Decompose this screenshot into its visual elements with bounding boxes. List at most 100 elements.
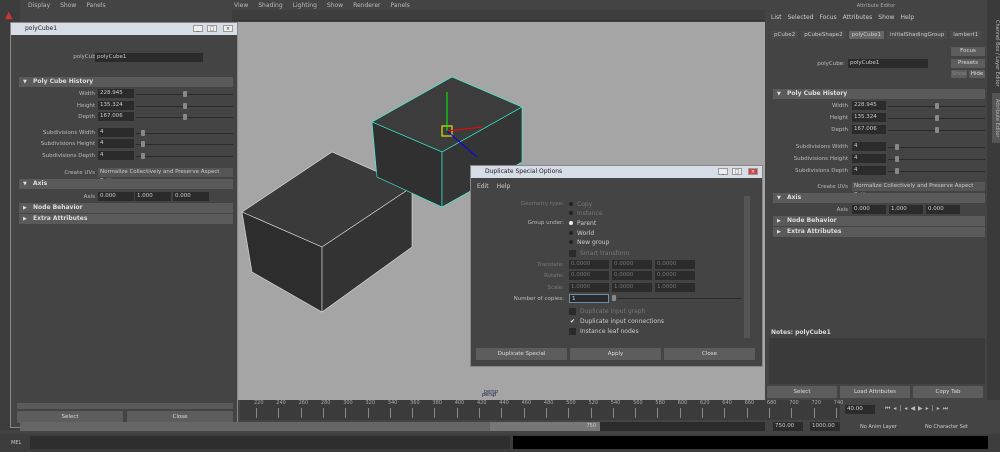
menu-lighting[interactable]: Lighting [293, 2, 317, 9]
menu-list[interactable]: List [771, 14, 782, 21]
section-axis[interactable]: ▼ Axis [19, 179, 233, 189]
section-extra-attributes[interactable]: ▶ Extra Attributes [773, 227, 985, 237]
section-extra-attributes[interactable]: ▶ Extra Attributes [19, 214, 233, 224]
height-field[interactable]: 135.324 [852, 113, 886, 122]
menu-panels[interactable]: Panels [86, 2, 105, 9]
tab-initialshadinggroup[interactable]: initialShadingGroup [886, 31, 948, 39]
close-window-button[interactable]: × [748, 168, 758, 175]
character-set-dropdown[interactable]: No Character Set [925, 424, 968, 430]
subdiv-width-slider[interactable] [888, 147, 985, 148]
time-slider[interactable]: 220 240 260 280 300 320 340 360 380 400 420 440 460 4… [240, 400, 843, 420]
menu-panels[interactable]: Panels [390, 2, 409, 9]
menu-focus[interactable]: Focus [820, 14, 837, 21]
axis-z-field[interactable]: 0.000 [926, 205, 960, 214]
menu-renderer[interactable]: Renderer [353, 2, 380, 9]
subdiv-width-slider[interactable] [136, 133, 233, 134]
width-field[interactable]: 228.945 [852, 101, 886, 110]
copies-slider[interactable] [617, 298, 741, 299]
node-name-field[interactable]: polyCube1 [95, 53, 203, 62]
section-node-behavior[interactable]: ▶ Node Behavior [773, 216, 985, 226]
tab-polycube1[interactable]: polyCube1 [848, 31, 884, 39]
minimize-button[interactable]: _ [718, 168, 728, 175]
tab-channel-box[interactable]: Channel Box / Layer Editor [992, 0, 1000, 93]
maximize-button[interactable]: □ [207, 25, 217, 32]
section-poly-cube-history[interactable]: ▼ Poly Cube History [773, 89, 985, 99]
menu-help[interactable]: Help [900, 14, 914, 21]
apply-button[interactable]: Apply [570, 348, 661, 360]
dup-input-graph-checkbox[interactable]: Duplicate input graph [569, 308, 645, 315]
range-start-field[interactable]: 750.00 [773, 422, 803, 431]
tab-pcubeshape2[interactable]: pCubeShape2 [801, 31, 846, 39]
axis-y-field[interactable]: 1.000 [889, 205, 923, 214]
section-axis[interactable]: ▼ Axis [773, 193, 985, 203]
range-handle[interactable]: 750 [490, 422, 600, 431]
radio-world[interactable]: World [569, 230, 594, 237]
anim-layer-dropdown[interactable]: No Anim Layer [860, 424, 897, 430]
menu-display[interactable]: Display [28, 2, 50, 9]
range-end-field[interactable]: 1000.00 [810, 422, 840, 431]
close-button[interactable]: Close [664, 348, 755, 360]
mel-label[interactable]: MEL [11, 440, 21, 446]
notes-field[interactable] [769, 338, 985, 384]
menu-selected[interactable]: Selected [788, 14, 814, 21]
subdiv-height-slider[interactable] [888, 159, 985, 160]
height-field[interactable]: 135.324 [98, 101, 134, 110]
instance-leaf-checkbox[interactable]: Instance leaf nodes [569, 328, 639, 335]
show-button[interactable]: Show [951, 70, 967, 78]
copy-tab-button[interactable]: Copy Tab [913, 386, 983, 398]
axis-x-field[interactable]: 0.000 [98, 192, 134, 201]
section-poly-cube-history[interactable]: ▼ Poly Cube History [19, 77, 233, 87]
subdiv-height-field[interactable]: 4 [852, 154, 886, 163]
tab-lambert1[interactable]: lambert1 [950, 31, 982, 39]
copies-slider-knob[interactable] [612, 295, 616, 301]
node-name-field[interactable]: polyCube1 [848, 59, 928, 68]
hide-button[interactable]: Hide [969, 70, 985, 78]
playback-controls[interactable]: ⏮◂|◂◀▶▸|▸⏭ [885, 405, 951, 413]
section-node-behavior[interactable]: ▶ Node Behavior [19, 203, 233, 213]
subdiv-width-field[interactable]: 4 [852, 142, 886, 151]
subdiv-width-field[interactable]: 4 [98, 128, 134, 137]
select-tool-icon[interactable]: ▲ [5, 10, 13, 21]
radio-parent[interactable]: Parent [569, 220, 596, 227]
menu-show[interactable]: Show [327, 2, 343, 9]
load-attributes-button[interactable]: Load Attributes [840, 386, 910, 398]
tab-pcube2[interactable]: pCube2 [771, 31, 799, 39]
menu-edit[interactable]: Edit [477, 183, 489, 190]
axis-y-field[interactable]: 1.000 [135, 192, 171, 201]
create-uvs-dropdown[interactable]: Normalize Collectively and Preserve Aspe… [98, 168, 233, 184]
axis-z-field[interactable]: 0.000 [173, 192, 209, 201]
close-window-button[interactable]: × [223, 25, 233, 32]
menu-shading[interactable]: Shading [258, 2, 282, 9]
presets-button[interactable]: Presets [951, 59, 985, 68]
duplicate-special-button[interactable]: Duplicate Special [476, 348, 567, 360]
maximize-button[interactable]: □ [732, 168, 742, 175]
axis-x-field[interactable]: 0.000 [852, 205, 886, 214]
menu-show[interactable]: Show [878, 14, 894, 21]
menu-view[interactable]: View [234, 2, 248, 9]
viewport-toolbar[interactable] [232, 10, 765, 21]
width-field[interactable]: 228.945 [98, 89, 134, 98]
create-uvs-dropdown[interactable]: Normalize Collectively and Preserve Aspe… [852, 182, 985, 198]
depth-field[interactable]: 167.006 [98, 112, 134, 121]
dialog-scrollbar[interactable] [744, 196, 750, 338]
depth-field[interactable]: 167.006 [852, 125, 886, 134]
subdiv-depth-field[interactable]: 4 [98, 151, 134, 160]
current-frame-field[interactable]: 40.00 [845, 405, 875, 414]
subdiv-height-field[interactable]: 4 [98, 139, 134, 148]
subdiv-depth-slider[interactable] [888, 171, 985, 172]
dup-input-connections-checkbox[interactable]: ✔ Duplicate input connections [569, 318, 664, 325]
number-of-copies-field[interactable]: 1 [569, 294, 609, 303]
focus-button[interactable]: Focus [951, 47, 985, 56]
command-input[interactable] [30, 436, 510, 449]
subdiv-depth-field[interactable]: 4 [852, 166, 886, 175]
tab-attribute-editor[interactable]: Attribute Editor [992, 92, 1000, 144]
range-slider[interactable] [20, 422, 490, 431]
select-button[interactable]: Select [767, 386, 837, 398]
menu-attributes[interactable]: Attributes [843, 14, 873, 21]
horizontal-scrollbar[interactable] [17, 403, 233, 409]
minimize-button[interactable]: _ [193, 25, 203, 32]
subdiv-depth-slider[interactable] [136, 156, 233, 157]
menu-show[interactable]: Show [60, 2, 76, 9]
menu-help[interactable]: Help [497, 183, 511, 190]
radio-new-group[interactable]: New group [569, 239, 609, 246]
